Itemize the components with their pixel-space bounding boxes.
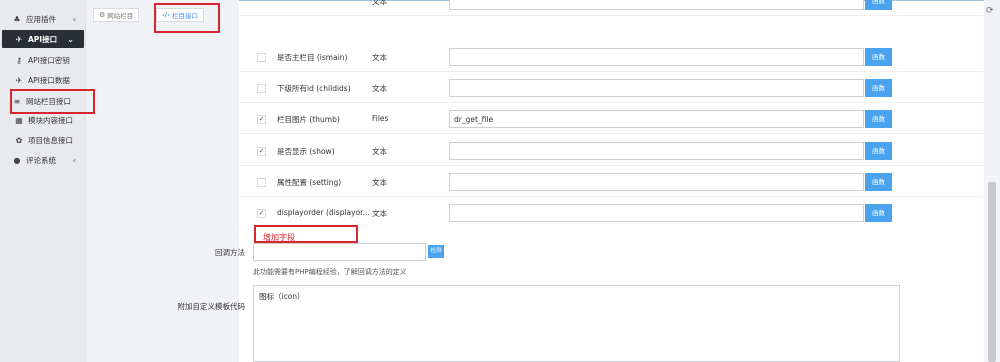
sidebar-item-api-key[interactable]: ⚷ API接口密钥 bbox=[0, 50, 86, 70]
field-checkbox[interactable]: ✓ bbox=[257, 115, 266, 124]
callback-input[interactable] bbox=[253, 243, 426, 261]
field-type: 文本 bbox=[372, 178, 387, 187]
scrollbar-thumb[interactable] bbox=[988, 182, 996, 362]
field-type: 文本 bbox=[372, 209, 387, 218]
field-type: 文本 bbox=[372, 147, 387, 156]
rocket-icon: ✈ bbox=[15, 34, 23, 44]
field-name: 下级所有id (childids) bbox=[277, 84, 351, 93]
sidebar-item-label: API接口数据 bbox=[28, 75, 70, 85]
field-row: ✓ 栏目图片 (thumb) Files dr_get_file 函数 bbox=[239, 104, 984, 134]
plugin-icon: ♣ bbox=[13, 14, 21, 24]
callback-label: 回调方法 bbox=[215, 248, 245, 257]
field-row: 下级所有id (childids) 文本 函数 bbox=[239, 73, 984, 103]
template-label: 附加自定义模板代码 bbox=[177, 302, 246, 311]
key-icon: ⚷ bbox=[16, 55, 22, 65]
function-button[interactable]: 函数 bbox=[865, 48, 892, 66]
field-name: 是否显示 (show) bbox=[277, 147, 335, 156]
sidebar-item-api-data[interactable]: ✈ API接口数据 bbox=[0, 70, 86, 90]
field-function-input[interactable] bbox=[449, 173, 864, 191]
field-row: 是否主栏目 (ismain) 文本 函数 bbox=[239, 42, 984, 72]
field-type: 文本 bbox=[372, 53, 387, 62]
annotation-box-add-field bbox=[254, 225, 358, 243]
template-code-textarea[interactable]: 图标（icon） bbox=[253, 285, 900, 362]
check-button[interactable]: 检测 bbox=[428, 245, 444, 258]
tab-site-categories[interactable]: ⚙ 网站栏目 bbox=[93, 8, 140, 22]
field-function-input[interactable] bbox=[449, 142, 864, 160]
field-checkbox[interactable]: ✓ bbox=[257, 209, 266, 218]
annotation-box-sidebar bbox=[10, 89, 95, 114]
field-type: 文本 bbox=[372, 0, 387, 6]
sidebar-item-label: 应用插件 bbox=[26, 14, 56, 24]
field-row: 属性配置 (setting) 文本 函数 bbox=[239, 167, 984, 197]
sidebar-item-label: API接口 bbox=[28, 34, 58, 44]
field-name: 属性配置 (setting) bbox=[277, 178, 342, 187]
sidebar-item-comments[interactable]: ● 评论系统 ‹ bbox=[0, 150, 86, 170]
field-function-input[interactable] bbox=[449, 79, 864, 97]
field-type: 文本 bbox=[372, 84, 387, 93]
sidebar-item-label: 评论系统 bbox=[26, 155, 56, 165]
field-function-input[interactable] bbox=[449, 0, 864, 10]
field-row: ✓ displayorder (displayor... 文本 函数 bbox=[239, 198, 984, 228]
field-row: ✓ 是否显示 (show) 文本 函数 bbox=[239, 136, 984, 166]
function-button[interactable]: 函数 bbox=[865, 204, 892, 222]
function-button[interactable]: 函数 bbox=[865, 173, 892, 191]
field-checkbox[interactable] bbox=[257, 53, 266, 62]
function-button[interactable]: 函数 bbox=[865, 110, 892, 128]
chevron-down-icon: ⌄ bbox=[67, 34, 74, 44]
grid-icon: ▦ bbox=[15, 115, 23, 125]
tab-label: 网站栏目 bbox=[107, 12, 134, 20]
field-name: 是否主栏目 (ismain) bbox=[277, 53, 348, 62]
sidebar: ♣ 应用插件 ‹ ✈ API接口 ⌄ ⚷ API接口密钥 ✈ API接口数据 ≡… bbox=[0, 0, 86, 362]
gears-icon: ⚙ bbox=[99, 11, 106, 19]
refresh-icon[interactable]: ⟳ bbox=[986, 6, 994, 16]
sidebar-item-plugins[interactable]: ♣ 应用插件 ‹ bbox=[0, 9, 86, 29]
field-function-input[interactable] bbox=[449, 48, 864, 66]
rocket-icon: ✈ bbox=[15, 75, 23, 85]
sidebar-item-label: 项目信息接口 bbox=[28, 135, 73, 145]
chevron-left-icon: ‹ bbox=[72, 14, 76, 24]
field-checkbox[interactable]: ✓ bbox=[257, 147, 266, 156]
function-button[interactable]: 函数 bbox=[865, 0, 892, 10]
sidebar-item-api[interactable]: ✈ API接口 ⌄ bbox=[2, 30, 84, 48]
gear-icon: ✿ bbox=[15, 135, 23, 145]
field-function-input[interactable]: dr_get_file bbox=[449, 110, 864, 128]
field-name: displayorder (displayor... bbox=[277, 208, 369, 217]
field-checkbox[interactable] bbox=[257, 178, 266, 187]
field-type: Files bbox=[372, 114, 389, 123]
function-button[interactable]: 函数 bbox=[865, 142, 892, 160]
comments-icon: ● bbox=[13, 155, 21, 165]
scrollbar[interactable] bbox=[984, 0, 1000, 362]
sidebar-item-label: 模块内容接口 bbox=[28, 115, 73, 125]
sidebar-item-label: API接口密钥 bbox=[28, 55, 70, 65]
field-function-input[interactable] bbox=[449, 204, 864, 222]
chevron-left-icon: ‹ bbox=[72, 155, 76, 165]
field-name: 栏目图片 (thumb) bbox=[277, 115, 340, 124]
annotation-box-tab bbox=[154, 3, 220, 33]
field-checkbox[interactable] bbox=[257, 84, 266, 93]
field-row-partial: 文本 函数 bbox=[239, 0, 984, 16]
function-button[interactable]: 函数 bbox=[865, 79, 892, 97]
sidebar-item-project-api[interactable]: ✿ 项目信息接口 bbox=[0, 130, 86, 150]
